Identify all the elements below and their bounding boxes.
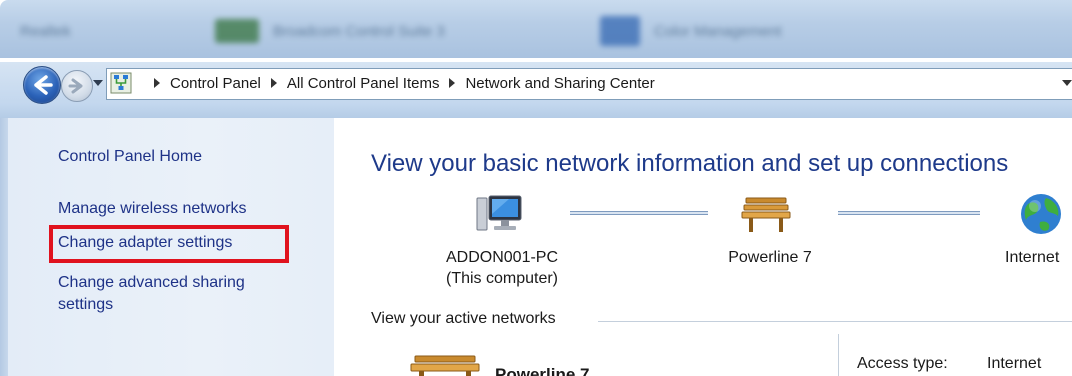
bench-network-icon	[410, 355, 480, 376]
access-type-label: Access type:	[857, 355, 948, 372]
section-divider	[598, 321, 1072, 322]
chevron-right-icon[interactable]	[449, 78, 456, 88]
network-sharing-center-window: Realtek Broadcom Control Suite 3 Color M…	[0, 0, 1072, 376]
active-network-name: Powerline 7	[495, 365, 590, 376]
recent-pages-dropdown[interactable]	[93, 80, 103, 86]
breadcrumb-network-sharing-center[interactable]: Network and Sharing Center	[465, 75, 654, 92]
control-panel-home-link[interactable]: Control Panel Home	[58, 146, 202, 168]
connection-line	[570, 211, 708, 215]
bench-network-icon[interactable]	[740, 194, 792, 234]
forward-arrow-icon	[68, 78, 83, 94]
blurred-taskbar-item: Broadcom Control Suite 3	[215, 14, 445, 48]
blurred-taskbar-item: Color Management	[600, 14, 782, 48]
toolbar-strip	[0, 104, 1072, 118]
chevron-right-icon[interactable]	[270, 78, 277, 88]
breadcrumb-all-items[interactable]: All Control Panel Items	[287, 75, 440, 92]
title-bar	[0, 0, 1072, 58]
breadcrumb-control-panel[interactable]: Control Panel	[170, 75, 261, 92]
breadcrumb: Control Panel All Control Panel Items Ne…	[144, 71, 655, 95]
internet-label: Internet	[1005, 249, 1060, 266]
vertical-divider	[838, 334, 839, 376]
page-title: View your basic network information and …	[371, 150, 1009, 177]
address-dropdown-button[interactable]	[1062, 80, 1072, 86]
chevron-right-icon[interactable]	[154, 78, 160, 88]
forward-button[interactable]	[61, 70, 93, 102]
network-name-label: Powerline 7	[728, 249, 812, 266]
manage-wireless-networks-link[interactable]: Manage wireless networks	[58, 198, 247, 220]
connection-line	[838, 211, 980, 215]
network-center-icon	[110, 72, 132, 94]
computer-name: ADDON001-PC	[445, 249, 559, 266]
change-advanced-sharing-settings-link[interactable]: Change advanced sharing settings	[58, 272, 298, 316]
computer-icon[interactable]	[475, 194, 523, 234]
active-networks-heading: View your active networks	[371, 310, 556, 327]
window-frame-edge	[0, 118, 8, 376]
highlight-annotation	[49, 225, 289, 263]
computer-subtitle: (This computer)	[445, 270, 559, 287]
globe-icon[interactable]	[1018, 192, 1064, 236]
back-arrow-icon	[34, 75, 53, 95]
back-button[interactable]	[23, 66, 61, 104]
blurred-taskbar-item: Realtek	[20, 22, 71, 40]
access-type-value: Internet	[987, 355, 1042, 372]
